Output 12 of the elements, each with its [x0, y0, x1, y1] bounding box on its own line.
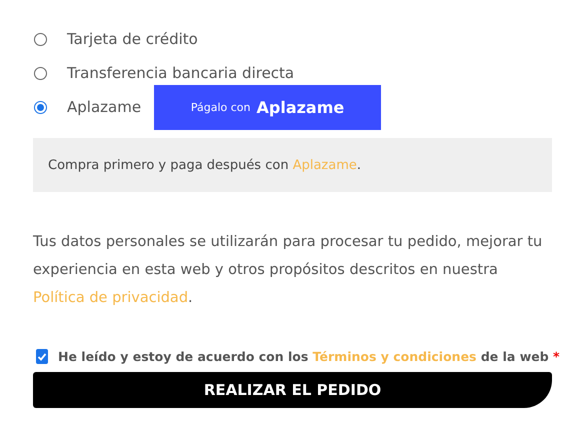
- payment-option-label[interactable]: Aplazame: [67, 98, 142, 116]
- checkbox[interactable]: [36, 349, 48, 364]
- radio-button[interactable]: [34, 66, 47, 80]
- privacy-text: Tus datos personales se utilizarán para procesar tu pedido, mejorar tu experiencia en esta web y otros propósitos descritos en nuestra Política de privacidad.: [33, 233, 544, 308]
- notice-text: Compra primero y paga después con Aplazame.: [48, 158, 362, 172]
- payment-option-label[interactable]: Tarjeta de crédito: [67, 30, 198, 48]
- place-order-button[interactable]: REALIZAR EL PEDIDO: [33, 372, 552, 408]
- radio-button[interactable]: [34, 100, 47, 114]
- radio-button[interactable]: [34, 32, 47, 46]
- payment-option-label[interactable]: Transferencia bancaria directa: [67, 64, 294, 82]
- terms-text: He leído y estoy de acuerdo con los Términos y condiciones de la web *: [58, 349, 560, 364]
- pay-later-button[interactable]: Págalo con Aplazame: [154, 84, 382, 130]
